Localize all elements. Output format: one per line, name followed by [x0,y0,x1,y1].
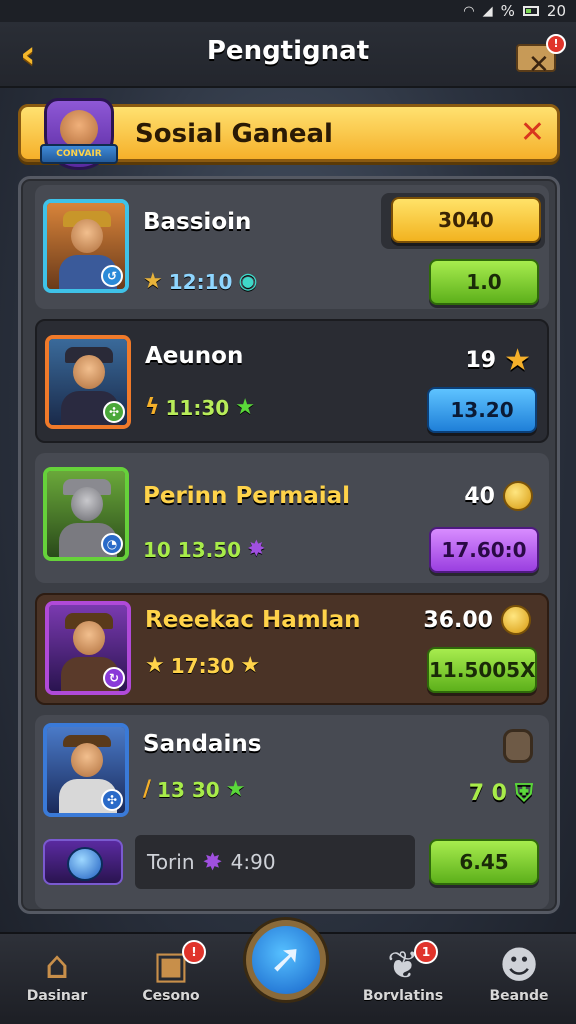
hero-meta: / 13 30 ★ [143,777,246,802]
crystal-icon: ✸ [202,848,223,876]
battery-icon [522,6,539,16]
banner-title: Sosial Ganeal [135,119,333,149]
hero-name: Sandains [143,731,262,757]
clock: 20 [546,2,566,20]
crystal-icon: ✸ [247,537,266,562]
star-icon: ★ [225,777,246,802]
shield-icon: ⛨ [515,779,533,807]
class-icon: ◔ [101,533,123,555]
hero-avatar: ↺ [43,199,129,293]
page-title: Pengtignat [206,36,370,66]
star-icon: ★ [235,395,255,420]
hero-meta: ϟ 11:30 ★ [145,395,255,420]
wifi-icon: ◠ [463,3,475,19]
leaf-icon: ❦ [387,943,419,987]
class-icon: ↺ [101,265,123,287]
guild-crest: CONVAIR [40,92,118,180]
class-icon: ✣ [103,401,125,423]
hero-name: Bassioin [143,209,252,235]
action-button[interactable]: 17.60:0 [429,527,539,573]
hero-avatar: ↻ [45,601,131,695]
hero-meta: ★ 17:30 ★ [145,653,261,678]
house-icon: ⌂ [44,943,70,987]
reward-value: 7 0 ⛨ [468,779,533,807]
coin-stack-icon [501,605,531,635]
price-button[interactable]: 3040 [391,197,541,243]
star-icon: ★ [240,653,261,678]
reward-value: 36.00 [423,605,531,635]
action-button[interactable]: 13.20 [427,387,537,433]
crest-label: CONVAIR [40,144,118,164]
list-panel: ↺ Bassioin ★ 12:10 ◉ 3040 1.0 ✣ Aeunon ϟ… [18,176,560,914]
hero-name: Reeekac Hamlan [145,607,361,633]
action-button[interactable]: 1.0 [429,259,539,305]
mail-button[interactable]: ✕ ! [516,34,566,78]
action-button[interactable]: 11.5005X [427,647,537,693]
gem-icon: ◉ [238,269,258,294]
star-icon: ★ [504,343,531,378]
boost-label: Torin [147,850,195,874]
nav-item-cesono[interactable]: ▣ Cesono ! [116,940,226,1022]
hero-meta: 10 13.50 ✸ [143,537,266,562]
crest-avatar [60,110,98,148]
status-bar: ◠ ◢ % 20 [0,0,576,22]
profile-icon: ☻ [499,943,539,987]
bottom-nav: ⌂ Dasinar ▣ Cesono ! ➚ ❦ Borvlatins 1 ☻ … [0,920,576,1024]
lock-icon [503,729,533,763]
boost-value: 4:90 [230,850,276,874]
reward-value: 40 [464,481,533,511]
action-button[interactable]: 6.45 [429,839,539,885]
star-icon: ★ [145,653,165,678]
arrow-compass-icon: ➚ [269,936,303,982]
reward-value: 19 ★ [465,343,531,378]
center-action-button[interactable]: ➚ [246,920,326,1000]
lightning-icon: ϟ [145,395,160,420]
signal-icon: ◢ [482,3,493,19]
list-item[interactable]: ◔ Perinn Permaial 10 13.50 ✸ 40 17.60:0 [35,453,549,583]
hero-avatar: ✣ [43,723,129,817]
close-icon: ✕ [519,115,545,150]
hero-name: Aeunon [145,343,244,369]
close-button[interactable]: ✕ [520,115,545,150]
battery-percent: % [500,2,515,20]
lightning-icon: / [143,777,152,802]
list-item[interactable]: ✣ Sandains / 13 30 ★ 7 0 ⛨ Torin ✸ 4:90 … [35,715,549,909]
lock-indicator [503,729,533,763]
nav-item-dasinar[interactable]: ⌂ Dasinar [2,942,112,1022]
list-item[interactable]: ↻ Reeekac Hamlan ★ 17:30 ★ 36.00 11.5005… [35,593,549,705]
nav-badge: 1 [414,940,438,964]
coin-icon [503,481,533,511]
star-icon: ★ [143,269,163,294]
list-item[interactable]: ✣ Aeunon ϟ 11:30 ★ 19 ★ 13.20 [35,319,549,443]
class-icon: ↻ [103,667,125,689]
hero-avatar: ✣ [45,335,131,429]
hero-meta: ★ 12:10 ◉ [143,269,258,294]
top-bar: ‹ Pengtignat ✕ ! [0,22,576,88]
hero-name: Perinn Permaial [143,483,351,509]
list-item[interactable]: ↺ Bassioin ★ 12:10 ◉ 3040 1.0 [35,185,549,309]
nav-badge: ! [182,940,206,964]
nav-item-borvlatins[interactable]: ❦ Borvlatins 1 [348,940,458,1022]
mail-badge: ! [546,34,566,54]
orb-icon [67,847,103,881]
class-icon: ✣ [101,789,123,811]
boost-slot[interactable] [43,839,123,885]
boost-bar: Torin ✸ 4:90 [135,835,415,889]
nav-item-beande[interactable]: ☻ Beande [464,942,574,1022]
hero-avatar: ◔ [43,467,129,561]
treasure-chest-icon: ▣ [153,943,189,987]
